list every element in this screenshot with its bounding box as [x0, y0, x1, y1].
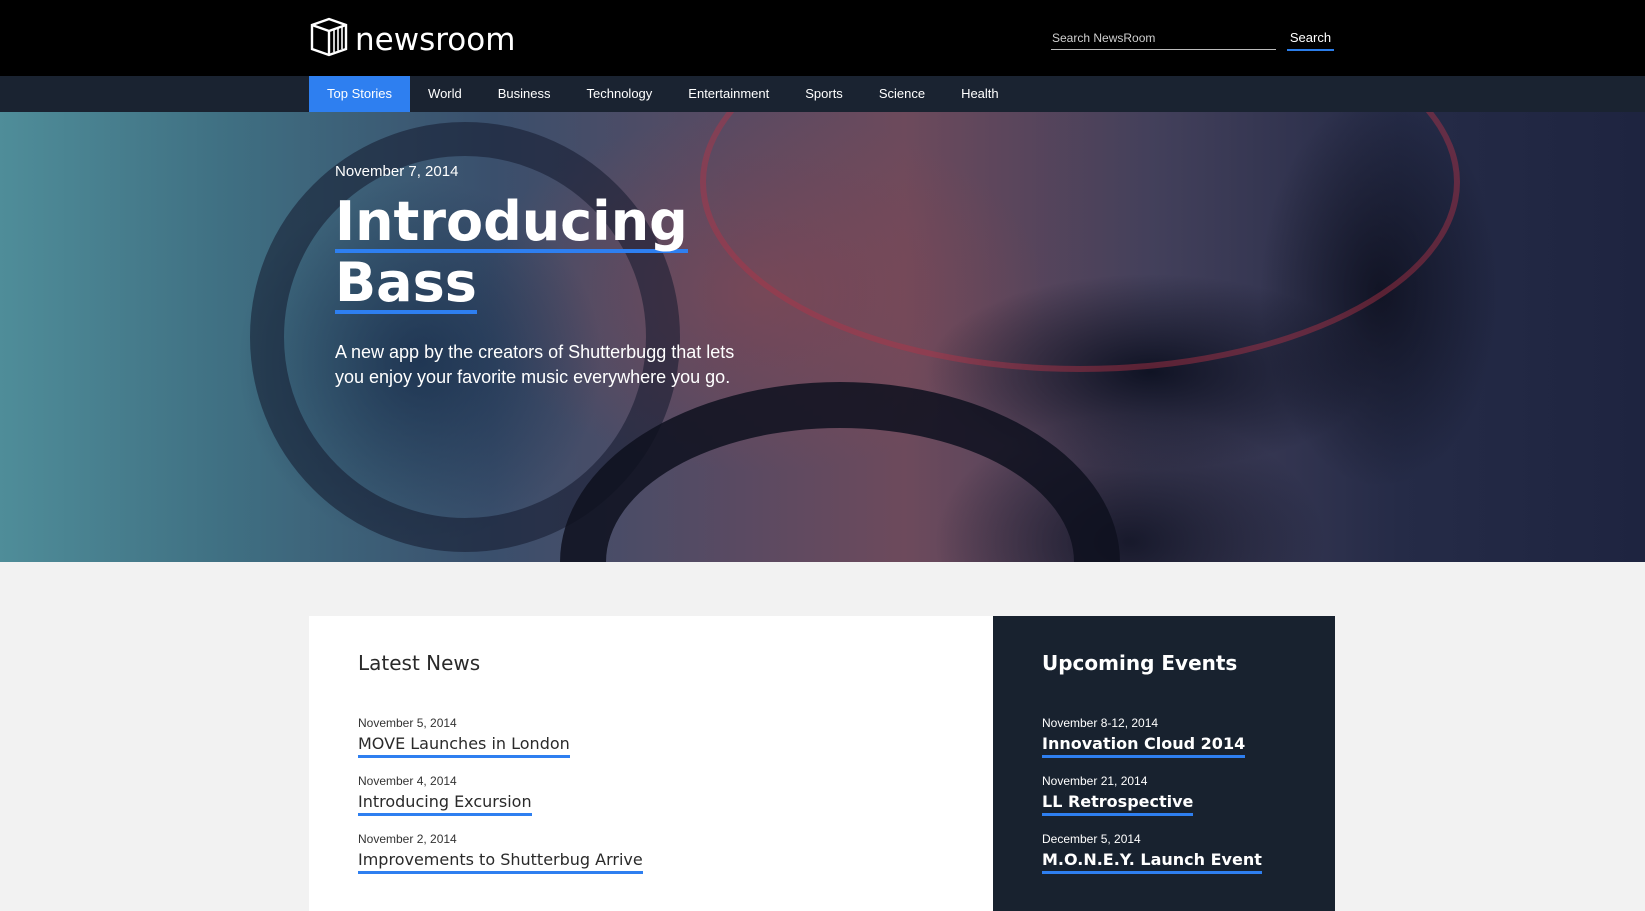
category-nav-bar: Top Stories World Business Technology En… — [0, 76, 1645, 112]
list-item: November 4, 2014 Introducing Excursion — [358, 773, 643, 831]
event-link[interactable]: LL Retrospective — [1042, 791, 1194, 816]
search-button[interactable]: Search — [1287, 29, 1334, 51]
upcoming-events-heading: Upcoming Events — [1042, 651, 1238, 675]
news-date: November 2, 2014 — [358, 832, 457, 846]
news-date: November 4, 2014 — [358, 774, 457, 788]
list-item: November 5, 2014 MOVE Launches in London — [358, 715, 643, 773]
category-nav: Top Stories World Business Technology En… — [309, 76, 1017, 112]
hero-date: November 7, 2014 — [335, 163, 459, 180]
event-date: November 8-12, 2014 — [1042, 716, 1159, 730]
news-date: November 5, 2014 — [358, 716, 457, 730]
nav-item-entertainment[interactable]: Entertainment — [670, 76, 787, 112]
list-item: December 5, 2014 M.O.N.E.Y. Launch Event — [1042, 831, 1262, 889]
hero-subtitle: A new app by the creators of Shutterbugg… — [335, 342, 735, 387]
event-link[interactable]: M.O.N.E.Y. Launch Event — [1042, 849, 1262, 874]
news-link[interactable]: MOVE Launches in London — [358, 733, 570, 758]
list-item: November 21, 2014 LL Retrospective — [1042, 773, 1262, 831]
event-link[interactable]: Innovation Cloud 2014 — [1042, 733, 1246, 758]
hero-title[interactable]: Introducing Bass — [335, 192, 688, 314]
top-header: newsroom Search — [0, 0, 1645, 76]
headphone-cable-decoration — [700, 112, 1460, 372]
hero-title-line2[interactable]: Bass — [335, 255, 477, 314]
event-date: December 5, 2014 — [1042, 832, 1141, 846]
logo-text: newsroom — [355, 21, 516, 58]
upcoming-events-list: November 8-12, 2014 Innovation Cloud 201… — [1042, 715, 1262, 889]
list-item: November 2, 2014 Improvements to Shutter… — [358, 831, 643, 889]
nav-item-technology[interactable]: Technology — [569, 76, 671, 112]
logo[interactable]: newsroom — [308, 16, 515, 63]
hero-banner[interactable]: November 7, 2014 Introducing Bass A new … — [0, 112, 1645, 562]
hero-title-line1[interactable]: Introducing — [335, 194, 688, 253]
latest-news-list: November 5, 2014 MOVE Launches in London… — [358, 715, 643, 889]
newsroom-logo-icon — [308, 16, 350, 63]
latest-news-panel: Latest News November 5, 2014 MOVE Launch… — [309, 616, 993, 911]
upcoming-events-panel: Upcoming Events November 8-12, 2014 Inno… — [993, 616, 1335, 911]
list-item: November 8-12, 2014 Innovation Cloud 201… — [1042, 715, 1262, 773]
nav-item-sports[interactable]: Sports — [787, 76, 861, 112]
nav-item-world[interactable]: World — [410, 76, 480, 112]
nav-item-top-stories[interactable]: Top Stories — [309, 76, 411, 112]
latest-news-heading: Latest News — [358, 651, 481, 675]
news-link[interactable]: Improvements to Shutterbug Arrive — [358, 849, 643, 874]
nav-item-science[interactable]: Science — [861, 76, 943, 112]
event-date: November 21, 2014 — [1042, 774, 1148, 788]
search-input[interactable] — [1051, 29, 1276, 50]
news-link[interactable]: Introducing Excursion — [358, 791, 532, 816]
nav-item-business[interactable]: Business — [480, 76, 569, 112]
nav-item-health[interactable]: Health — [943, 76, 1017, 112]
